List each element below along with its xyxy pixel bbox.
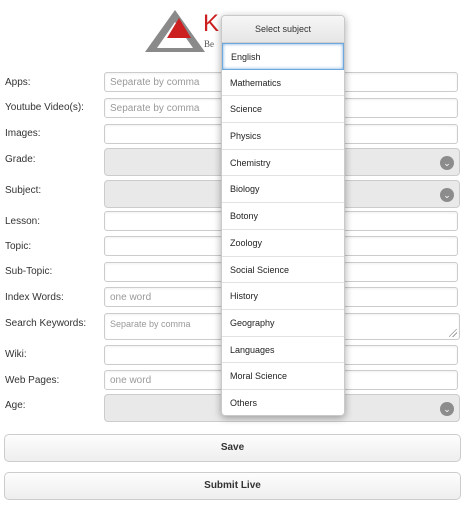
chevron-down-icon: ⌄ <box>440 188 454 202</box>
option-english[interactable]: English <box>222 43 344 70</box>
apps-label: Apps: <box>5 77 31 88</box>
subtopic-label: Sub-Topic: <box>5 266 53 277</box>
subject-dropdown-popup: Select subject English Mathematics Scien… <box>221 15 345 416</box>
option-languages[interactable]: Languages <box>222 337 344 364</box>
youtube-placeholder: Separate by comma <box>110 103 200 114</box>
chevron-down-icon: ⌄ <box>440 402 454 416</box>
option-others[interactable]: Others <box>222 390 344 415</box>
youtube-label: Youtube Video(s): <box>5 102 84 113</box>
option-geography[interactable]: Geography <box>222 310 344 337</box>
chevron-down-icon: ⌄ <box>440 156 454 170</box>
option-mathematics[interactable]: Mathematics <box>222 70 344 97</box>
grade-label: Grade: <box>5 154 36 165</box>
index-words-placeholder: one word <box>110 292 152 303</box>
search-keywords-label: Search Keywords: <box>5 318 87 329</box>
web-pages-placeholder: one word <box>110 375 152 386</box>
dropdown-title: Select subject <box>222 16 344 43</box>
option-zoology[interactable]: Zoology <box>222 230 344 257</box>
subject-label: Subject: <box>5 185 42 196</box>
logo-subtitle: Be <box>204 39 214 49</box>
option-chemistry[interactable]: Chemistry <box>222 150 344 177</box>
option-botony[interactable]: Botony <box>222 203 344 230</box>
index-words-label: Index Words: <box>5 292 64 303</box>
search-keywords-placeholder: Separate by comma <box>110 319 191 329</box>
resize-handle-icon[interactable] <box>449 329 457 337</box>
web-pages-label: Web Pages: <box>5 375 60 386</box>
submit-live-button[interactable]: Submit Live <box>4 472 461 500</box>
images-label: Images: <box>5 128 41 139</box>
option-science[interactable]: Science <box>222 96 344 124</box>
option-history[interactable]: History <box>222 283 344 310</box>
topic-label: Topic: <box>5 241 32 252</box>
option-moral-science[interactable]: Moral Science <box>222 363 344 390</box>
option-physics[interactable]: Physics <box>222 123 344 150</box>
option-biology[interactable]: Biology <box>222 176 344 204</box>
save-button[interactable]: Save <box>4 434 461 462</box>
wiki-label: Wiki: <box>5 349 27 360</box>
apps-placeholder: Separate by comma <box>110 77 200 88</box>
logo-text: K <box>203 10 220 37</box>
age-label: Age: <box>5 400 26 411</box>
option-social-science[interactable]: Social Science <box>222 257 344 284</box>
lesson-label: Lesson: <box>5 216 41 227</box>
